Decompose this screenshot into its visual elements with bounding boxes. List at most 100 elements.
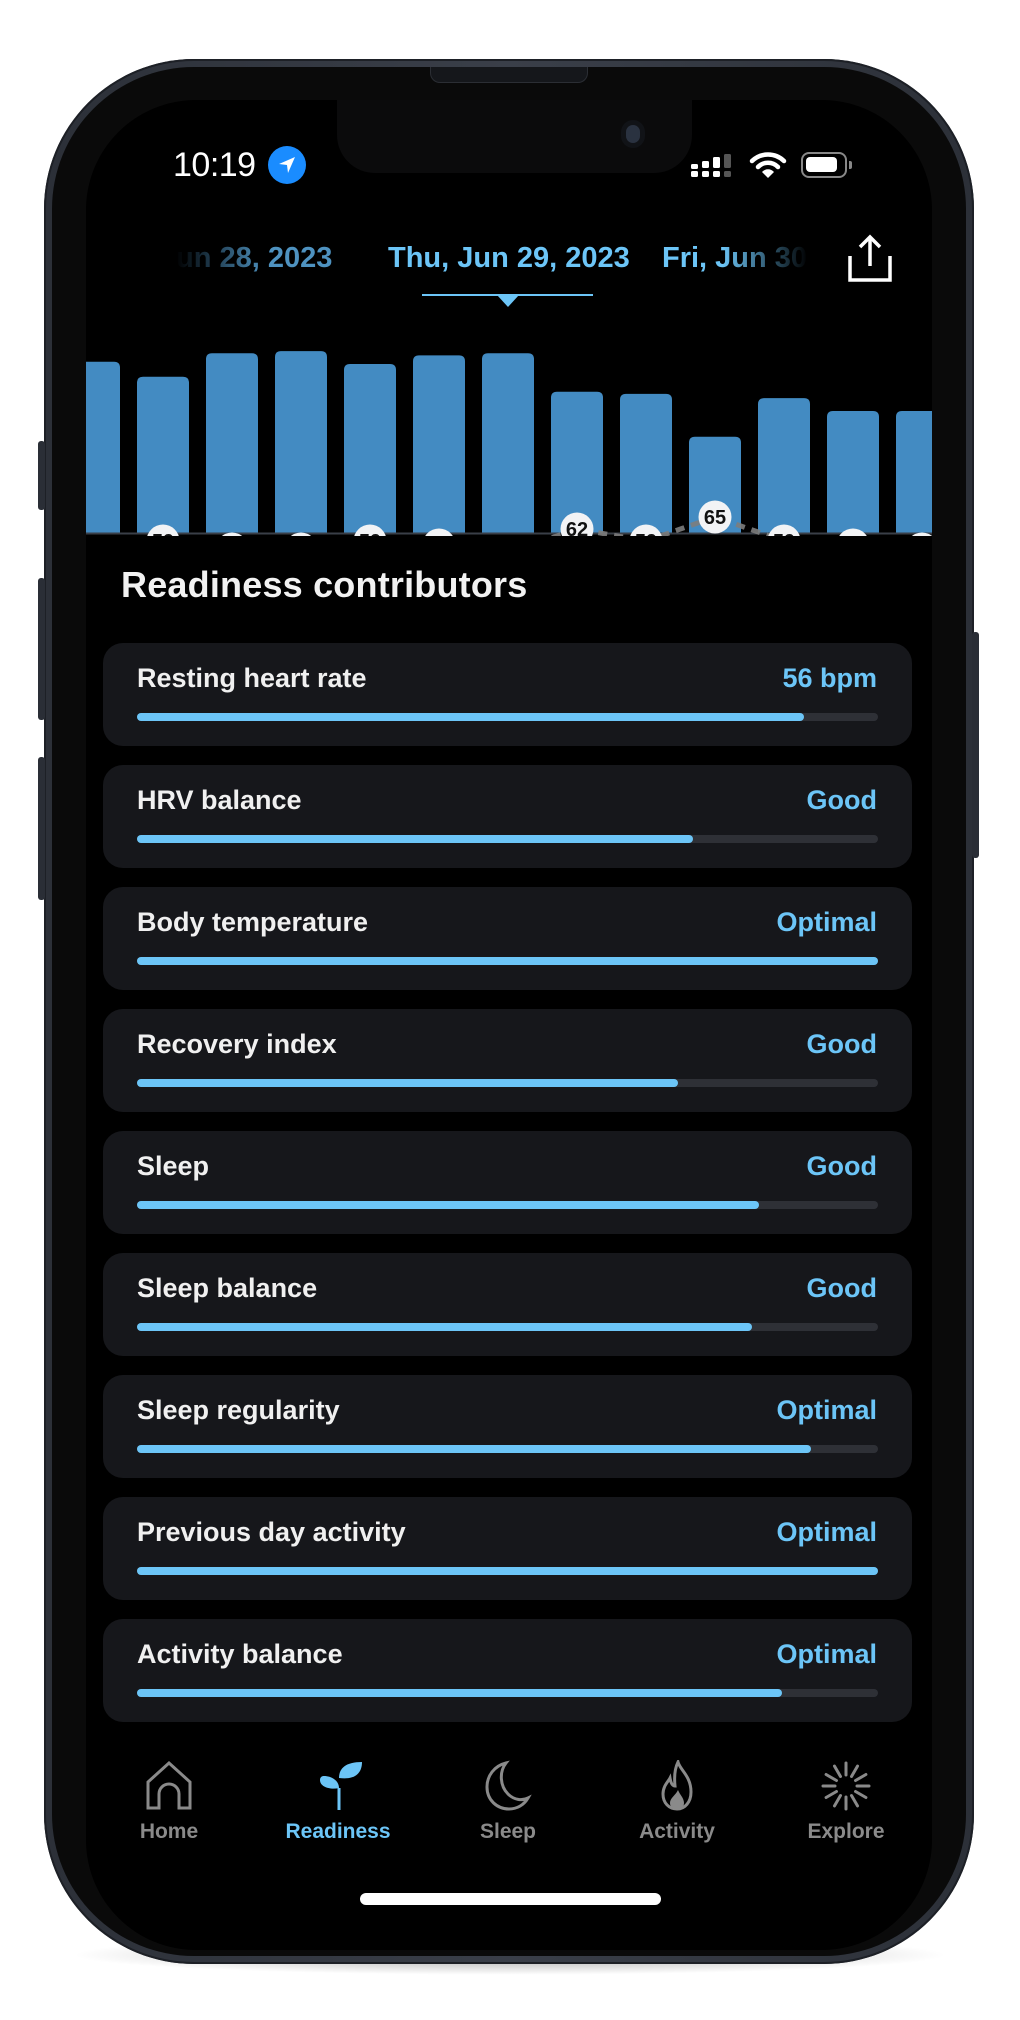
contributor-label: Resting heart rate: [137, 663, 367, 693]
contributor-progress-fill: [137, 1445, 812, 1453]
contributor-label: HRV balance: [137, 785, 302, 815]
nav-readiness[interactable]: Readiness: [263, 1750, 413, 1870]
moon-icon: [485, 1760, 532, 1811]
app-screen: 10:19 un 28, 2023 Thu, Jun 29, 2023 Fri,…: [86, 100, 932, 1950]
chart-bar: [482, 353, 534, 533]
contributors-list: Resting heart rate 56 bpm HRV balance Good B…: [103, 643, 912, 1741]
sparkle-ray: [824, 1773, 838, 1782]
date-current[interactable]: Thu, Jun 29, 2023: [388, 242, 630, 275]
contributor-progress-track: [137, 957, 878, 965]
contributor-progress-fill: [137, 1201, 760, 1209]
location-arrow-icon: [268, 146, 306, 184]
earpiece-speaker: [430, 67, 588, 83]
chart-svg: 55595757595856625965595857: [86, 351, 932, 536]
contributor-label: Sleep balance: [137, 1273, 318, 1303]
home-icon: [146, 1760, 192, 1810]
contributor-card[interactable]: Body temperature Optimal: [103, 887, 912, 990]
chart-bar: [206, 353, 258, 533]
contributor-progress-track: [137, 1079, 878, 1087]
contributor-value: Optimal: [776, 1395, 877, 1425]
chart-bar: [620, 393, 672, 533]
rhr-point-label: 62: [566, 519, 588, 536]
section-title: Readiness contributors: [121, 564, 528, 605]
nav-home[interactable]: Home: [94, 1750, 244, 1870]
action-button: [38, 441, 45, 510]
nav-readiness-label: Readiness: [285, 1820, 391, 1843]
nav-sleep-label: Sleep: [479, 1820, 537, 1843]
nav-explore[interactable]: Explore: [771, 1750, 921, 1870]
bottom-nav: Home Readiness Sleep Activity Explore: [86, 1750, 932, 1870]
sparkle-ray: [850, 1794, 859, 1808]
chart-bar: [137, 376, 189, 533]
sparkle-ray: [854, 1773, 868, 1782]
contributor-progress-track: [137, 713, 878, 721]
nav-activity-label: Activity: [639, 1820, 715, 1843]
rhr-point-label: 59: [152, 531, 174, 536]
contributor-value: Good: [806, 1151, 877, 1181]
chart-bar: [758, 398, 810, 533]
wifi-icon: [749, 152, 787, 178]
nav-explore-label: Explore: [807, 1820, 885, 1843]
contributor-label: Previous day activity: [137, 1517, 406, 1547]
date-previous-label: un 28, 2023: [176, 242, 333, 274]
flame-icon: [661, 1760, 693, 1811]
status-time: 10:19: [173, 146, 256, 184]
volume-down-button: [38, 757, 45, 900]
contributor-card[interactable]: Recovery index Good: [103, 1009, 912, 1112]
contributor-progress-track: [137, 1323, 878, 1331]
contributor-value: Good: [806, 1029, 877, 1059]
contributor-label: Sleep regularity: [137, 1395, 340, 1425]
contributor-progress-fill: [137, 713, 804, 721]
rhr-point-label: 58: [842, 535, 864, 536]
chart-bar: [344, 363, 396, 533]
rhr-point-label: 59: [635, 531, 657, 536]
nav-activity[interactable]: Activity: [602, 1750, 752, 1870]
sparkle-ray: [833, 1794, 842, 1808]
front-camera: [626, 125, 640, 143]
date-next[interactable]: Fri, Jun 30: [662, 242, 812, 275]
sparkle-icon: [821, 1761, 871, 1811]
contributor-progress-track: [137, 835, 878, 843]
contributor-progress-track: [137, 1567, 878, 1575]
home-indicator[interactable]: [360, 1893, 661, 1905]
sparkle-ray: [833, 1764, 842, 1778]
contributor-card[interactable]: Sleep balance Good: [103, 1253, 912, 1356]
date-selected-caret: [497, 295, 519, 307]
volume-up-button: [38, 578, 45, 720]
rhr-point-label: 59: [359, 531, 381, 536]
nav-sleep[interactable]: Sleep: [433, 1750, 583, 1870]
sparkle-ray: [824, 1790, 838, 1799]
share-icon: [848, 234, 892, 282]
share-button[interactable]: [846, 234, 894, 284]
chart-bar: [413, 355, 465, 533]
contributor-progress-fill: [137, 835, 693, 843]
contributor-value: Optimal: [776, 1639, 877, 1669]
cellular-signal-icon: [691, 154, 731, 177]
contributor-label: Sleep: [137, 1151, 210, 1181]
contributor-label: Body temperature: [137, 907, 369, 937]
contributor-card[interactable]: Resting heart rate 56 bpm: [103, 643, 912, 746]
chart-bar: [827, 411, 879, 533]
contributor-label: Recovery index: [137, 1029, 337, 1059]
contributor-progress-fill: [137, 1079, 678, 1087]
contributor-value: Good: [806, 1273, 877, 1303]
battery-cap: [849, 161, 852, 169]
sparkle-ray: [854, 1790, 868, 1799]
power-button: [972, 632, 979, 858]
contributor-card[interactable]: HRV balance Good: [103, 765, 912, 868]
contributor-progress-fill: [137, 957, 878, 965]
contributor-progress-fill: [137, 1689, 782, 1697]
contributor-progress-track: [137, 1201, 878, 1209]
chart-bar: [551, 391, 603, 533]
readiness-trend-chart: 55595757595856625965595857: [86, 340, 932, 536]
rhr-point-label: 58: [428, 535, 450, 536]
contributor-card[interactable]: Activity balance Optimal: [103, 1619, 912, 1722]
contributor-card[interactable]: Sleep Good: [103, 1131, 912, 1234]
contributor-card[interactable]: Previous day activity Optimal: [103, 1497, 912, 1600]
date-previous[interactable]: un 28, 2023: [176, 242, 332, 275]
contributor-progress-track: [137, 1689, 878, 1697]
nav-home-label: Home: [139, 1820, 199, 1843]
contributor-value: Optimal: [776, 907, 877, 937]
battery-level: [806, 157, 837, 172]
contributor-card[interactable]: Sleep regularity Optimal: [103, 1375, 912, 1478]
